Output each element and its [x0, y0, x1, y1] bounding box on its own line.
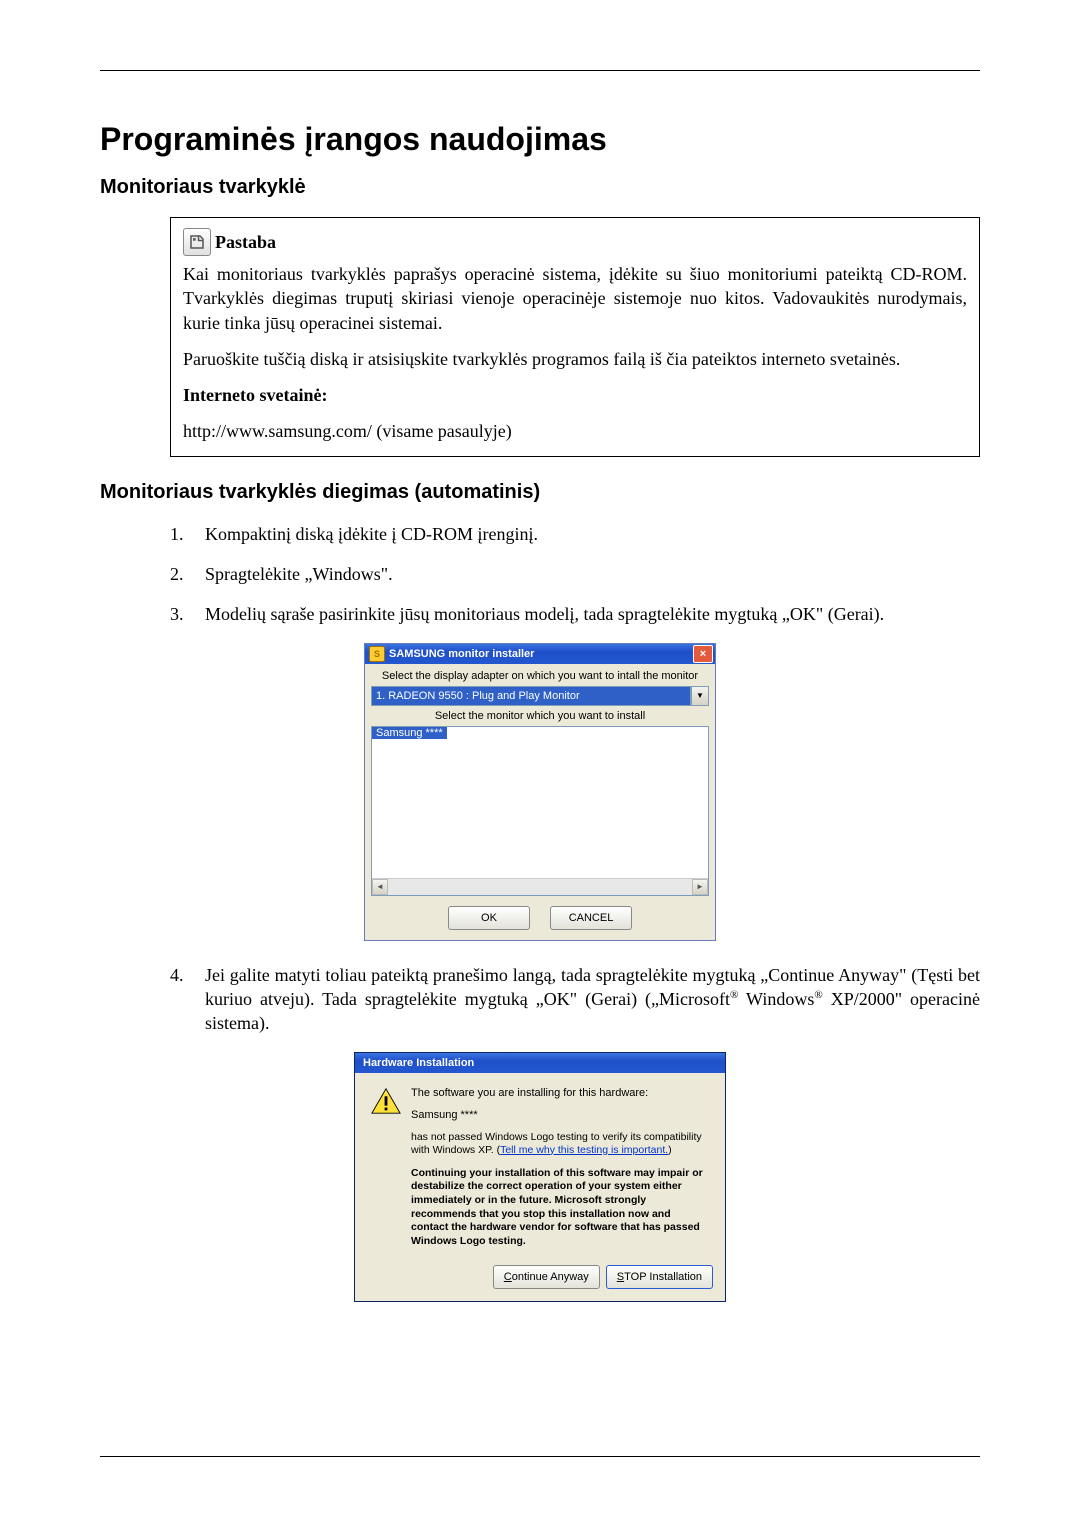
- step-4: 4. Jei galite matyti toliau pateiktą pra…: [100, 963, 980, 1036]
- h-scrollbar[interactable]: ◄ ►: [372, 878, 708, 895]
- testing-link[interactable]: Tell me why this testing is important.: [500, 1144, 668, 1156]
- note-icon: [183, 228, 211, 256]
- step-number: 3.: [170, 602, 205, 626]
- hw-text: The software you are installing for this…: [411, 1087, 709, 1249]
- chevron-down-icon[interactable]: ▼: [691, 686, 709, 706]
- top-rule: [100, 70, 980, 71]
- note-header: Pastaba: [183, 228, 967, 256]
- monitor-selected: Samsung ****: [372, 727, 447, 739]
- note-label: Pastaba: [215, 230, 276, 254]
- step-body: Kompaktinį diską įdėkite į CD-ROM įrengi…: [205, 522, 980, 546]
- hw-line2: Samsung ****: [411, 1109, 709, 1121]
- note-box: Pastaba Kai monitoriaus tvarkyklės papra…: [170, 217, 980, 457]
- adapter-selected: 1. RADEON 9550 : Plug and Play Monitor: [371, 686, 691, 706]
- installer-buttons: OK CANCEL: [371, 900, 709, 934]
- close-icon[interactable]: ×: [693, 645, 713, 663]
- warning-icon: [371, 1087, 401, 1115]
- install-steps-cont: 4. Jei galite matyti toliau pateiktą pra…: [100, 963, 980, 1036]
- scroll-track[interactable]: [388, 879, 692, 895]
- hw-title: Hardware Installation: [359, 1057, 474, 1069]
- installer-instruction-2: Select the monitor which you want to ins…: [371, 710, 709, 722]
- note-p2: Paruoškite tuščią diską ir atsisiųskite …: [183, 347, 967, 371]
- cancel-button[interactable]: CANCEL: [550, 906, 632, 930]
- step-3: 3. Modelių sąraše pasirinkite jūsų monit…: [100, 602, 980, 626]
- continue-anyway-button[interactable]: Continue Anyway: [493, 1265, 600, 1289]
- document-page: Programinės įrangos naudojimas Monitoria…: [0, 0, 1080, 1527]
- hw-line1: The software you are installing for this…: [411, 1087, 709, 1099]
- hw-body: The software you are installing for this…: [355, 1073, 725, 1261]
- hw-footer: Continue Anyway STOP Installation: [355, 1261, 725, 1301]
- installer-instruction-1: Select the display adapter on which you …: [371, 670, 709, 682]
- section-heading-install: Monitoriaus tvarkyklės diegimas (automat…: [100, 481, 980, 504]
- installer-title: SAMSUNG monitor installer: [389, 648, 534, 660]
- step-1: 1. Kompaktinį diską įdėkite į CD-ROM įre…: [100, 522, 980, 546]
- step-number: 1.: [170, 522, 205, 546]
- hardware-dialog-screenshot: Hardware Installation The software you a…: [354, 1052, 726, 1302]
- adapter-dropdown[interactable]: 1. RADEON 9550 : Plug and Play Monitor ▼: [371, 686, 709, 706]
- monitor-listbox[interactable]: Samsung **** ◄ ►: [371, 726, 709, 896]
- scroll-left-icon[interactable]: ◄: [372, 879, 388, 895]
- app-icon: S: [369, 646, 385, 662]
- installer-body: Select the display adapter on which you …: [365, 664, 715, 940]
- note-website-label: Interneto svetainė:: [183, 383, 967, 407]
- section-heading-driver: Monitoriaus tvarkyklė: [100, 176, 980, 199]
- bottom-rule: [100, 1456, 980, 1457]
- step-number: 4.: [170, 963, 205, 1036]
- step-body: Spragtelėkite „Windows".: [205, 562, 980, 586]
- scroll-right-icon[interactable]: ►: [692, 879, 708, 895]
- hw-line3: has not passed Windows Logo testing to v…: [411, 1131, 709, 1157]
- note-website-url: http://www.samsung.com/ (visame pasaulyj…: [183, 419, 967, 443]
- step-body: Jei galite matyti toliau pateiktą praneš…: [205, 963, 980, 1036]
- stop-installation-button[interactable]: STOP Installation: [606, 1265, 713, 1289]
- installer-screenshot: S SAMSUNG monitor installer × Select the…: [364, 643, 716, 941]
- hw-warning: Continuing your installation of this sof…: [411, 1167, 709, 1249]
- note-p1: Kai monitoriaus tvarkyklės paprašys oper…: [183, 262, 967, 335]
- installer-titlebar: S SAMSUNG monitor installer ×: [365, 644, 715, 664]
- page-title: Programinės įrangos naudojimas: [100, 121, 980, 158]
- step-2: 2. Spragtelėkite „Windows".: [100, 562, 980, 586]
- step-body: Modelių sąraše pasirinkite jūsų monitori…: [205, 602, 980, 626]
- ok-button[interactable]: OK: [448, 906, 530, 930]
- step-number: 2.: [170, 562, 205, 586]
- install-steps: 1. Kompaktinį diską įdėkite į CD-ROM įre…: [100, 522, 980, 627]
- hw-titlebar: Hardware Installation: [355, 1053, 725, 1073]
